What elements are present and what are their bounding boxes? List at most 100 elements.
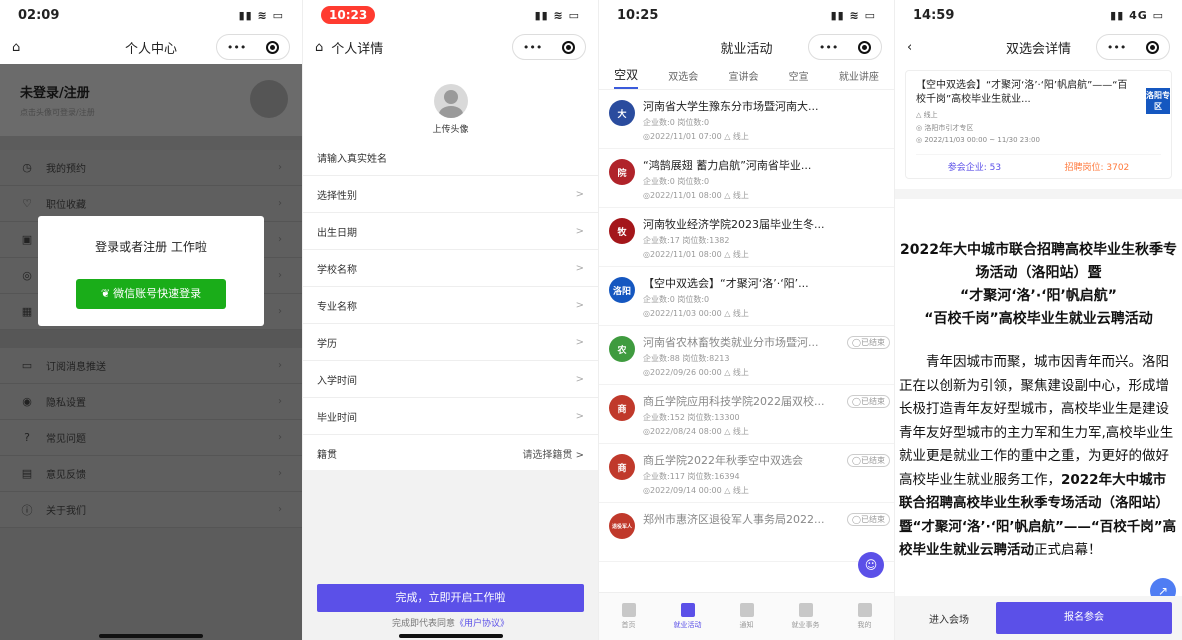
lock-icon: ◉ xyxy=(22,395,32,408)
enrollment-date-field[interactable]: 入学时间 > xyxy=(303,361,598,398)
ended-badge: ◯已结束 xyxy=(847,454,890,467)
bottom-nav-item[interactable]: 通知 xyxy=(727,603,767,630)
register-button[interactable]: 报名参会 xyxy=(996,602,1172,634)
page-title: 个人详情 xyxy=(331,41,384,57)
org-logo-icon: 大 xyxy=(609,100,635,126)
signal-4g-battery-icon: ▮▮ 4G ▭ xyxy=(1110,8,1164,22)
heart-icon: ♡ xyxy=(22,197,32,210)
bottom-nav-item[interactable]: 我的 xyxy=(845,603,885,630)
close-target-icon[interactable] xyxy=(562,40,576,54)
activity-time: ◎2022/11/01 08:00 △ 线上 xyxy=(643,191,749,200)
more-icon[interactable]: ••• xyxy=(227,41,246,54)
school-field[interactable]: 学校名称 > xyxy=(303,250,598,287)
activity-item[interactable]: 退役军人 郑州市惠济区退役军人事务局2022... ◯已结束 xyxy=(599,503,894,562)
activity-time: ◎2022/11/01 08:00 △ 线上 xyxy=(643,250,749,259)
avatar[interactable] xyxy=(250,80,288,118)
mini-program-capsule[interactable]: ••• xyxy=(216,34,290,60)
activity-counts: 企业数:117 岗位数:16394 xyxy=(643,472,740,481)
mini-program-capsule[interactable]: ••• xyxy=(1096,34,1170,60)
nav-bar: ‹ 双选会详情 ••• xyxy=(895,30,1182,64)
field-label: 出生日期 xyxy=(317,227,357,239)
menu-item-privacy[interactable]: ◉ 隐私设置 › xyxy=(0,384,302,420)
close-target-icon[interactable] xyxy=(858,40,872,54)
activity-item[interactable]: 大河南省大学生豫东分市场暨河南大... 企业数:0 岗位数:0 ◎2022/11/0… xyxy=(599,90,894,149)
more-icon[interactable]: ••• xyxy=(523,41,542,54)
activity-list: 大河南省大学生豫东分市场暨河南大... 企业数:0 岗位数:0 ◎2022/11/0… xyxy=(599,90,894,562)
status-bar: 10:23 ▮▮ ≋ ▭ xyxy=(303,0,598,30)
hometown-select[interactable]: 请选择籍贯 > xyxy=(522,446,584,461)
user-agreement-link[interactable]: 《用户协议》 xyxy=(455,619,509,629)
back-icon[interactable]: ‹ xyxy=(907,40,912,55)
bottom-nav-item[interactable]: 就业事务 xyxy=(786,603,826,630)
login-subtitle: 点击头像可登录/注册 xyxy=(20,108,95,117)
name-field[interactable]: 请输入真实姓名 xyxy=(303,139,598,176)
chevron-right-icon: › xyxy=(278,468,282,479)
hometown-field[interactable]: 籍贯 请选择籍贯 > xyxy=(303,435,598,472)
profile-detail-screen: 10:23 ▮▮ ≋ ▭ ⌂ 个人详情 ••• 上传头像 请输入真实姓名 选择性… xyxy=(302,0,598,640)
tab-air-double[interactable]: 空双 xyxy=(614,66,639,89)
upload-avatar[interactable] xyxy=(433,84,468,118)
chevron-right-icon: › xyxy=(278,504,282,515)
agreement-text: 完成即代表同意《用户协议》 xyxy=(303,616,598,629)
menu-item-appointments[interactable]: ◷ 我的预约 › xyxy=(0,150,302,186)
more-icon[interactable]: ••• xyxy=(819,41,838,54)
customer-service-icon[interactable]: ☺ xyxy=(858,552,884,578)
close-target-icon[interactable] xyxy=(1146,40,1160,54)
graduation-date-field[interactable]: 毕业时间 > xyxy=(303,398,598,435)
fair-time: ◎ 2022/11/03 00:00 ~ 11/30 23:00 xyxy=(916,136,1040,144)
activity-item[interactable]: 牧河南牧业经济学院2023届毕业生冬... 企业数:17 岗位数:1382 ◎202… xyxy=(599,208,894,267)
tab-air-presentation[interactable]: 空宣 xyxy=(789,68,809,89)
activity-item[interactable]: 院 “鸿鹄展翅 蓄力启航”河南省毕业... 企业数:0 岗位数:0 ◎2022/11/… xyxy=(599,149,894,208)
bottom-nav-item[interactable]: 首页 xyxy=(609,603,649,630)
tab-presentation[interactable]: 宣讲会 xyxy=(728,68,758,89)
menu-item-feedback[interactable]: ▤ 意见反馈 › xyxy=(0,456,302,492)
menu-item-about[interactable]: ⓘ 关于我们 › xyxy=(0,492,302,528)
activity-title: “鸿鹄展翅 蓄力启航”河南省毕业... xyxy=(643,159,812,172)
field-label: 请输入真实姓名 xyxy=(317,153,387,165)
tab-job-fair[interactable]: 双选会 xyxy=(668,68,698,89)
bottom-nav: 首页 就业活动 通知 就业事务 我的 xyxy=(599,592,894,640)
upload-avatar-label: 上传头像 xyxy=(432,125,469,135)
close-target-icon[interactable] xyxy=(266,40,280,54)
enter-venue-button[interactable]: 进入会场 xyxy=(929,611,969,626)
mini-program-capsule[interactable]: ••• xyxy=(808,34,882,60)
home-icon[interactable]: ⌂ xyxy=(315,40,323,55)
activity-title: 商丘学院2022年秋季空中双选会 xyxy=(643,454,803,467)
activity-item[interactable]: 商商丘学院应用科技学院2022届双校... 企业数:152 岗位数:13300 ◎2… xyxy=(599,385,894,444)
mini-program-capsule[interactable]: ••• xyxy=(512,34,586,60)
chevron-right-icon: > xyxy=(575,262,584,274)
position-count[interactable]: 招聘岗位: 3702 xyxy=(1064,160,1129,173)
submit-button[interactable]: 完成，立即开启工作啦 xyxy=(317,584,584,612)
feedback-icon: ▤ xyxy=(21,467,33,480)
divider xyxy=(0,330,302,348)
nav-icon xyxy=(857,603,872,617)
education-field[interactable]: 学历 > xyxy=(303,324,598,361)
menu-label: 我的预约 xyxy=(46,164,86,175)
menu-item-subscribe[interactable]: ▭ 订阅消息推送 › xyxy=(0,348,302,384)
org-logo-icon: 牧 xyxy=(609,218,635,244)
activity-time: ◎2022/09/26 00:00 △ 线上 xyxy=(643,368,749,377)
birthdate-field[interactable]: 出生日期 > xyxy=(303,213,598,250)
bottom-nav-item[interactable]: 就业活动 xyxy=(668,603,708,630)
more-icon[interactable]: ••• xyxy=(1107,41,1126,54)
tab-lecture[interactable]: 就业讲座 xyxy=(839,68,879,89)
login-header[interactable]: 未登录/注册 点击头像可登录/注册 xyxy=(0,64,302,136)
major-field[interactable]: 专业名称 > xyxy=(303,287,598,324)
nav-bar: ⌂ 个人详情 ••• xyxy=(303,30,598,64)
gender-field[interactable]: 选择性别 > xyxy=(303,176,598,213)
chevron-right-icon: > xyxy=(575,299,584,311)
menu-item-faq[interactable]: ? 常见问题 › xyxy=(0,420,302,456)
activity-item[interactable]: 洛阳 【空中双选会】“才聚河‘洛’·‘阳’... 企业数:0 岗位数:0 ◎2022/… xyxy=(599,267,894,326)
chevron-right-icon: › xyxy=(278,270,282,281)
activity-title: 商丘学院应用科技学院2022届双校... xyxy=(643,395,825,408)
home-icon[interactable]: ⌂ xyxy=(12,40,20,55)
form-background xyxy=(303,470,598,640)
nav-label: 通知 xyxy=(739,621,754,629)
menu-group-2: ▭ 订阅消息推送 › ◉ 隐私设置 › ? 常见问题 › ▤ 意见反馈 › ⓘ 关于我们 › xyxy=(0,348,302,528)
activity-time: ◎2022/11/01 07:00 △ 线上 xyxy=(643,132,749,141)
wechat-login-button[interactable]: ❦ 微信账号快速登录 xyxy=(76,279,226,309)
activity-item[interactable]: 商商丘学院2022年秋季空中双选会 企业数:117 岗位数:16394 ◎2022/… xyxy=(599,444,894,503)
nav-bar: ⌂ 个人中心 ••• xyxy=(0,30,302,64)
company-count[interactable]: 参会企业: 53 xyxy=(948,160,1001,173)
activity-item[interactable]: 农河南省农林畜牧类就业分市场暨河... 企业数:88 岗位数:8213 ◎2022/… xyxy=(599,326,894,385)
